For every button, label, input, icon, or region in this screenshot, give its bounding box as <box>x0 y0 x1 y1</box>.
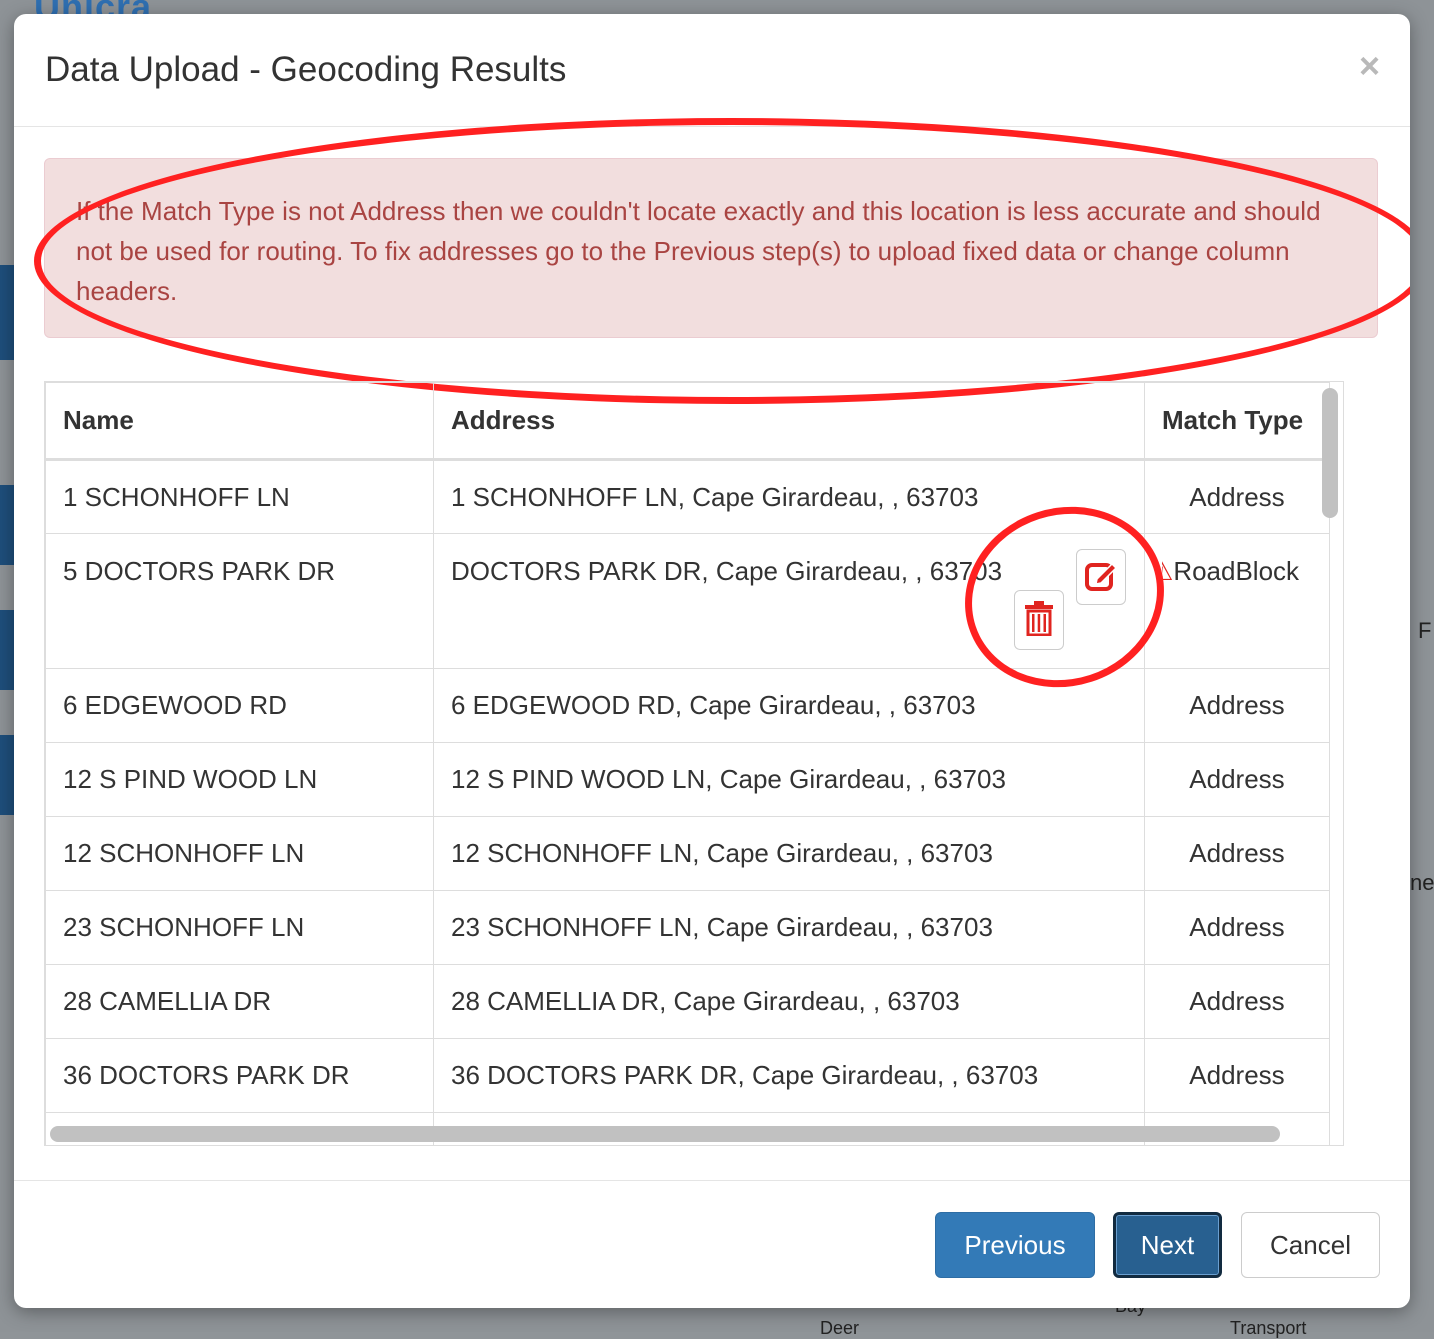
cell-name: 6 EDGEWOOD RD <box>45 668 434 743</box>
table-header-row: Name Address Match Type <box>45 382 1330 461</box>
modal-footer: Previous Next Cancel <box>14 1180 1410 1308</box>
modal-title: Data Upload - Geocoding Results <box>45 50 567 89</box>
cell-name: 36 DOCTORS PARK DR <box>45 1038 434 1113</box>
edit-button[interactable] <box>1076 549 1126 605</box>
cell-address: 6 EDGEWOOD RD, Cape Girardeau, , 63703 <box>433 668 1145 743</box>
table-row[interactable]: 28 CAMELLIA DR 28 CAMELLIA DR, Cape Gira… <box>45 964 1330 1039</box>
background-sidebar-block <box>0 265 14 360</box>
cell-address: 12 SCHONHOFF LN, Cape Girardeau, , 63703 <box>433 816 1145 891</box>
cancel-button[interactable]: Cancel <box>1241 1212 1380 1278</box>
cell-name: 12 S PIND WOOD LN <box>45 742 434 817</box>
cell-name: 1 SCHONHOFF LN <box>45 459 434 534</box>
cell-match-type: Address <box>1144 668 1330 743</box>
warning-icon: ⚠ <box>1162 556 1173 586</box>
background-map-label: F <box>1418 618 1432 643</box>
results-table: Name Address Match Type 1 SCHONHOFF LN 1… <box>45 382 1330 1145</box>
edit-icon <box>1084 558 1118 597</box>
cell-name: 12 SCHONHOFF LN <box>45 816 434 891</box>
results-table-container[interactable]: Name Address Match Type 1 SCHONHOFF LN 1… <box>44 381 1344 1146</box>
cell-name: 28 CAMELLIA DR <box>45 964 434 1039</box>
background-map-label: Deer <box>820 1318 860 1338</box>
cell-match-type: Address <box>1144 459 1330 534</box>
column-header-name[interactable]: Name <box>45 382 434 461</box>
cell-address: 36 DOCTORS PARK DR, Cape Girardeau, , 63… <box>433 1038 1145 1113</box>
cell-match-type: Address <box>1144 1038 1330 1113</box>
cell-address: 28 CAMELLIA DR, Cape Girardeau, , 63703 <box>433 964 1145 1039</box>
cell-address: 1 SCHONHOFF LN, Cape Girardeau, , 63703 <box>433 459 1145 534</box>
table-row[interactable]: 5 DOCTORS PARK DR DOCTORS PARK DR, Cape … <box>45 533 1330 669</box>
match-type-roadblock: ⚠RoadBlock <box>1162 556 1312 587</box>
table-row[interactable]: 12 S PIND WOOD LN 12 S PIND WOOD LN, Cap… <box>45 742 1330 817</box>
table-row[interactable]: 23 SCHONHOFF LN 23 SCHONHOFF LN, Cape Gi… <box>45 890 1330 965</box>
vertical-scrollbar[interactable] <box>1322 388 1338 518</box>
close-button[interactable]: × <box>1359 48 1380 84</box>
cell-match-type: ⚠RoadBlock <box>1144 533 1330 669</box>
column-header-match-type[interactable]: Match Type <box>1144 382 1330 461</box>
cell-match-type: Address <box>1144 816 1330 891</box>
table-row[interactable]: 6 EDGEWOOD RD 6 EDGEWOOD RD, Cape Girard… <box>45 668 1330 743</box>
background-sidebar-block <box>0 610 14 690</box>
previous-button[interactable]: Previous <box>935 1212 1095 1278</box>
cell-match-type: Address <box>1144 964 1330 1039</box>
next-button[interactable]: Next <box>1113 1212 1222 1278</box>
column-header-address[interactable]: Address <box>433 382 1145 461</box>
geocoding-results-modal: Data Upload - Geocoding Results × If the… <box>14 14 1410 1308</box>
cell-match-type: Address <box>1144 890 1330 965</box>
cell-name: 5 DOCTORS PARK DR <box>45 533 434 669</box>
trash-icon <box>1024 600 1054 641</box>
delete-button[interactable] <box>1014 590 1064 650</box>
table-row[interactable]: 36 DOCTORS PARK DR 36 DOCTORS PARK DR, C… <box>45 1038 1330 1113</box>
cell-name: 23 SCHONHOFF LN <box>45 890 434 965</box>
table-row[interactable]: 12 SCHONHOFF LN 12 SCHONHOFF LN, Cape Gi… <box>45 816 1330 891</box>
horizontal-scrollbar[interactable] <box>50 1126 1280 1142</box>
cell-address: 23 SCHONHOFF LN, Cape Girardeau, , 63703 <box>433 890 1145 965</box>
cell-match-type: Address <box>1144 742 1330 817</box>
background-map-label: ne <box>1410 870 1434 895</box>
background-map-label: Transport <box>1230 1318 1307 1338</box>
match-type-label: RoadBlock <box>1173 556 1300 586</box>
cell-address: 12 S PIND WOOD LN, Cape Girardeau, , 637… <box>433 742 1145 817</box>
table-row[interactable]: 1 SCHONHOFF LN 1 SCHONHOFF LN, Cape Gira… <box>45 459 1330 534</box>
background-sidebar-block <box>0 735 14 815</box>
warning-alert: If the Match Type is not Address then we… <box>44 158 1378 338</box>
alert-text: If the Match Type is not Address then we… <box>76 196 1321 306</box>
modal-header: Data Upload - Geocoding Results × <box>14 14 1410 127</box>
background-sidebar-block <box>0 485 14 565</box>
